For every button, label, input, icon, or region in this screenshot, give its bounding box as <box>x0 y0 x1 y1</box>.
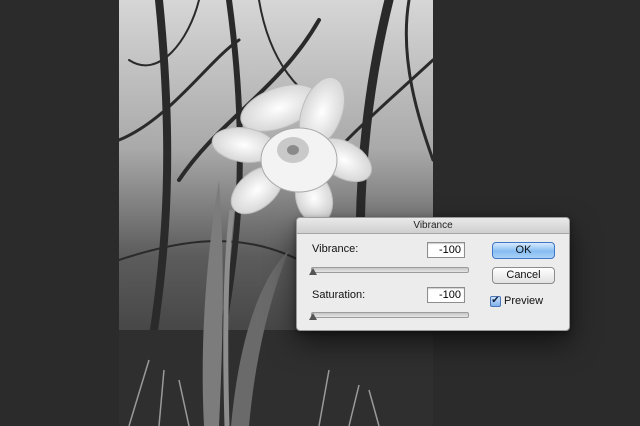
vibrance-input[interactable] <box>427 242 465 258</box>
saturation-input[interactable] <box>427 287 465 303</box>
vibrance-slider-thumb[interactable] <box>309 268 317 275</box>
vibrance-dialog: Vibrance Vibrance: Saturation: OK Cancel… <box>296 217 570 331</box>
cancel-button[interactable]: Cancel <box>492 267 555 284</box>
preview-label: Preview <box>504 295 544 307</box>
saturation-slider-thumb[interactable] <box>309 313 317 320</box>
vibrance-label: Vibrance: <box>312 243 359 255</box>
ok-button[interactable]: OK <box>492 242 555 259</box>
vibrance-slider-track[interactable] <box>311 267 469 273</box>
preview-checkbox[interactable]: ✔ <box>490 295 501 307</box>
saturation-slider-track[interactable] <box>311 312 469 318</box>
daffodil-photo <box>119 0 433 426</box>
dialog-title[interactable]: Vibrance <box>297 218 569 234</box>
document-canvas[interactable] <box>119 0 433 426</box>
saturation-label: Saturation: <box>312 289 366 301</box>
preview-toggle[interactable]: ✔ Preview <box>490 295 543 307</box>
